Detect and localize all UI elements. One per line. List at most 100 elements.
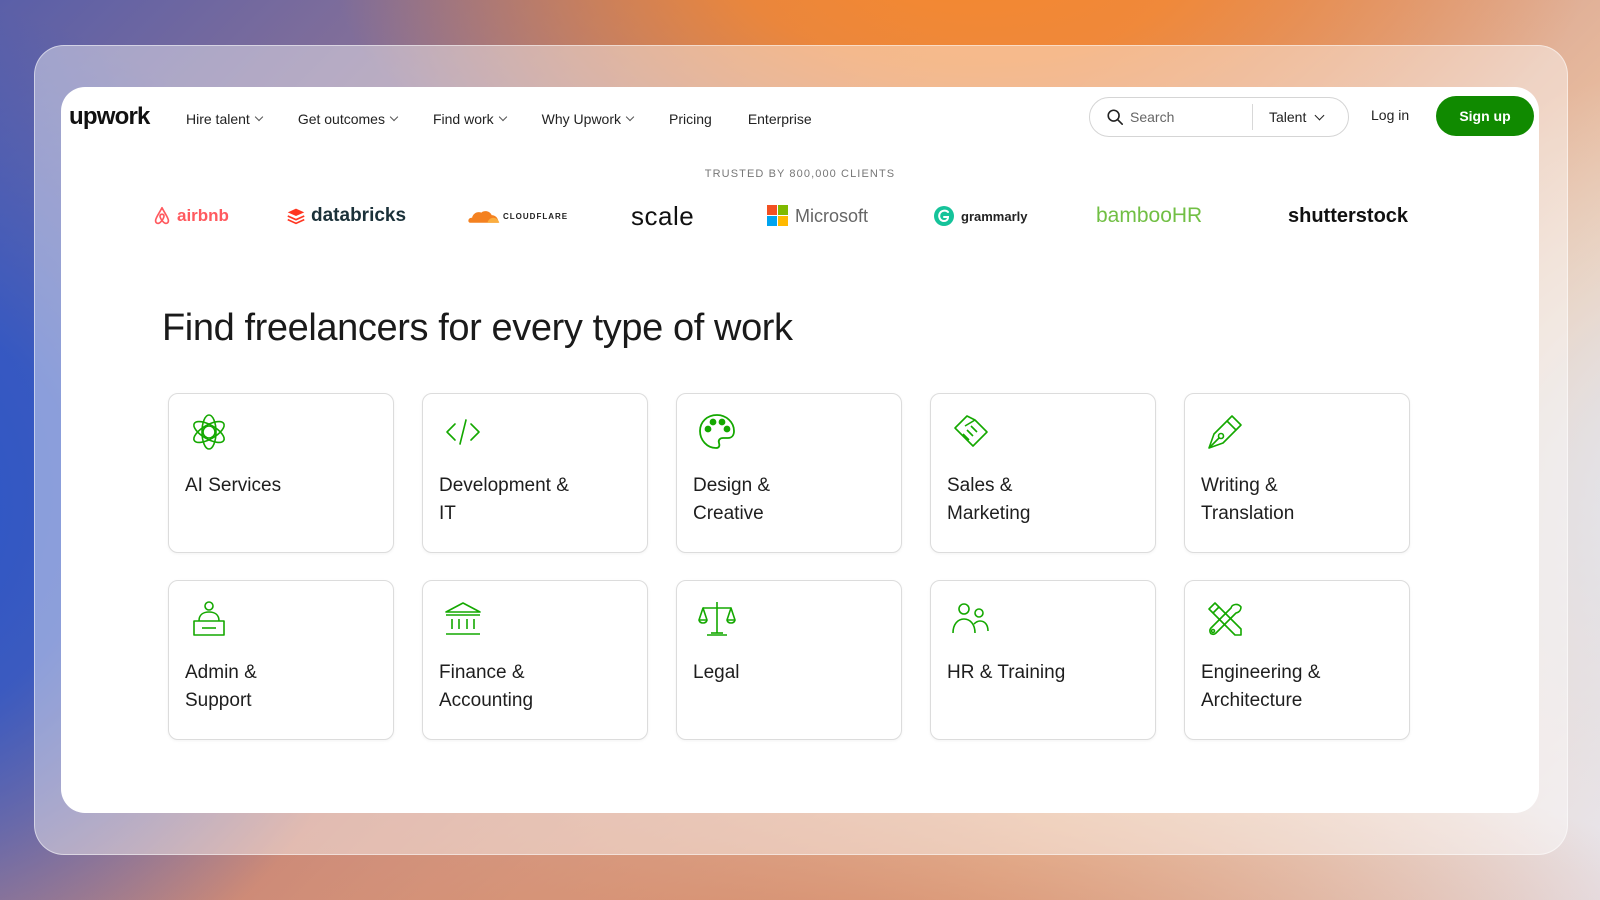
client-logos: airbnb databricks CLOUDFLARE scale Micro…: [151, 200, 1451, 240]
menu-label: Find work: [432, 111, 494, 127]
bank-icon: [445, 602, 481, 635]
scales-icon: [698, 602, 736, 636]
main-menu: Hire talent Get outcomes Find work Why U…: [186, 107, 848, 131]
signup-button[interactable]: Sign up: [1436, 96, 1534, 136]
handshake-icon: [954, 415, 988, 447]
category-design-creative[interactable]: Design & Creative: [676, 393, 902, 553]
search-input[interactable]: [1130, 109, 1248, 125]
search-divider: [1252, 104, 1253, 130]
category-label: Sales & Marketing: [947, 472, 1137, 528]
category-label-line: Support: [185, 690, 252, 711]
menu-pricing[interactable]: Pricing: [669, 107, 712, 131]
databricks-logo: databricks: [285, 200, 406, 232]
login-link[interactable]: Log in: [1371, 107, 1409, 123]
category-label: Legal: [693, 659, 883, 687]
desk-person-icon: [193, 601, 225, 636]
category-ai-services[interactable]: AI Services: [168, 393, 394, 553]
category-development-it[interactable]: Development & IT: [422, 393, 648, 553]
brand-name: scale: [631, 200, 695, 231]
brand-name: databricks: [311, 205, 407, 226]
category-label-line: Finance &: [439, 662, 525, 683]
category-label: Engineering & Architecture: [1201, 659, 1391, 715]
category-label-line: Marketing: [947, 503, 1031, 524]
menu-label: Get outcomes: [297, 111, 385, 127]
category-label-line: AI Services: [185, 475, 282, 496]
category-label: HR & Training: [947, 659, 1137, 687]
category-label-line: Writing &: [1201, 475, 1278, 496]
brand-name: grammarly: [961, 208, 1028, 224]
menu-label: Pricing: [669, 111, 712, 127]
category-label-line: HR & Training: [947, 662, 1066, 683]
category-label-line: Architecture: [1201, 690, 1303, 711]
menu-get-outcomes[interactable]: Get outcomes: [297, 107, 399, 131]
category-label: Admin & Support: [185, 659, 375, 715]
category-label: Development & IT: [439, 472, 629, 528]
palette-icon: [699, 414, 735, 449]
menu-label: Enterprise: [747, 111, 812, 127]
cloudflare-logo: CLOUDFLARE: [467, 200, 568, 232]
brand-name: shutterstock: [1288, 204, 1409, 227]
grammarly-logo: grammarly: [933, 200, 1027, 232]
category-admin-support[interactable]: Admin & Support: [168, 580, 394, 740]
category-label-line: Design &: [693, 475, 771, 496]
page-title: Find freelancers for every type of work: [162, 307, 793, 349]
top-nav: upwork Hire talent Get outcomes Find wor…: [61, 87, 1539, 149]
menu-find-work[interactable]: Find work: [432, 107, 507, 131]
chevron-down-icon: [625, 112, 635, 122]
category-label-line: Legal: [693, 662, 740, 683]
microsoft-grid-icon: [767, 205, 788, 226]
airbnb-icon: [154, 206, 170, 225]
brand-name: airbnb: [177, 206, 229, 225]
cloudflare-cloud-icon: [468, 211, 500, 223]
category-label: AI Services: [185, 472, 375, 500]
brand-name: CLOUDFLARE: [503, 211, 569, 221]
brand-name: bambooHR: [1096, 204, 1203, 227]
shutterstock-logo: shutterstock: [1288, 200, 1408, 232]
microsoft-logo: Microsoft: [767, 200, 868, 232]
category-label: Finance & Accounting: [439, 659, 629, 715]
category-label-line: Development &: [439, 475, 569, 496]
chevron-down-icon: [1314, 110, 1325, 120]
category-label-line: Accounting: [439, 690, 534, 711]
grammarly-icon: [934, 206, 954, 226]
chevron-down-icon: [498, 112, 507, 122]
menu-enterprise[interactable]: Enterprise: [748, 107, 812, 131]
category-label-line: Sales &: [947, 475, 1013, 496]
code-icon: [446, 419, 480, 445]
scale-logo: scale: [631, 200, 694, 232]
category-label-line: IT: [439, 503, 456, 524]
category-label-line: Creative: [693, 503, 764, 524]
upwork-logo[interactable]: upwork: [69, 103, 150, 131]
trusted-caption: TRUSTED BY 800,000 CLIENTS: [704, 168, 896, 180]
search-scope-label: Talent: [1269, 109, 1307, 125]
category-label: Writing & Translation: [1201, 472, 1391, 528]
category-writing-translation[interactable]: Writing & Translation: [1184, 393, 1410, 553]
databricks-icon: [287, 208, 305, 225]
category-finance-accounting[interactable]: Finance & Accounting: [422, 580, 648, 740]
menu-label: Why Upwork: [541, 111, 622, 127]
search-scope-select[interactable]: Talent: [1269, 109, 1325, 125]
category-legal[interactable]: Legal: [676, 580, 902, 740]
menu-label: Hire talent: [186, 111, 250, 127]
category-sales-marketing[interactable]: Sales & Marketing: [930, 393, 1156, 553]
people-icon: [952, 603, 989, 634]
brand-name: Microsoft: [795, 205, 869, 226]
search-icon: [1107, 109, 1124, 126]
category-label: Design & Creative: [693, 472, 883, 528]
ai-flower-icon: [193, 414, 225, 450]
category-label-line: Engineering &: [1201, 662, 1321, 683]
browser-panel: upwork Hire talent Get outcomes Find wor…: [61, 87, 1539, 813]
category-label-line: Translation: [1201, 503, 1295, 524]
search-bar: Talent: [1089, 97, 1349, 137]
menu-why-upwork[interactable]: Why Upwork: [541, 107, 635, 131]
bamboohr-logo: bambooHR: [1096, 200, 1202, 232]
pen-nib-icon: [1208, 415, 1242, 449]
category-engineering-architecture[interactable]: Engineering & Architecture: [1184, 580, 1410, 740]
tools-icon: [1208, 602, 1242, 636]
airbnb-logo: airbnb: [151, 200, 229, 232]
chevron-down-icon: [254, 112, 264, 122]
menu-hire-talent[interactable]: Hire talent: [186, 107, 264, 131]
category-label-line: Admin &: [185, 662, 257, 683]
chevron-down-icon: [389, 112, 399, 122]
category-hr-training[interactable]: HR & Training: [930, 580, 1156, 740]
